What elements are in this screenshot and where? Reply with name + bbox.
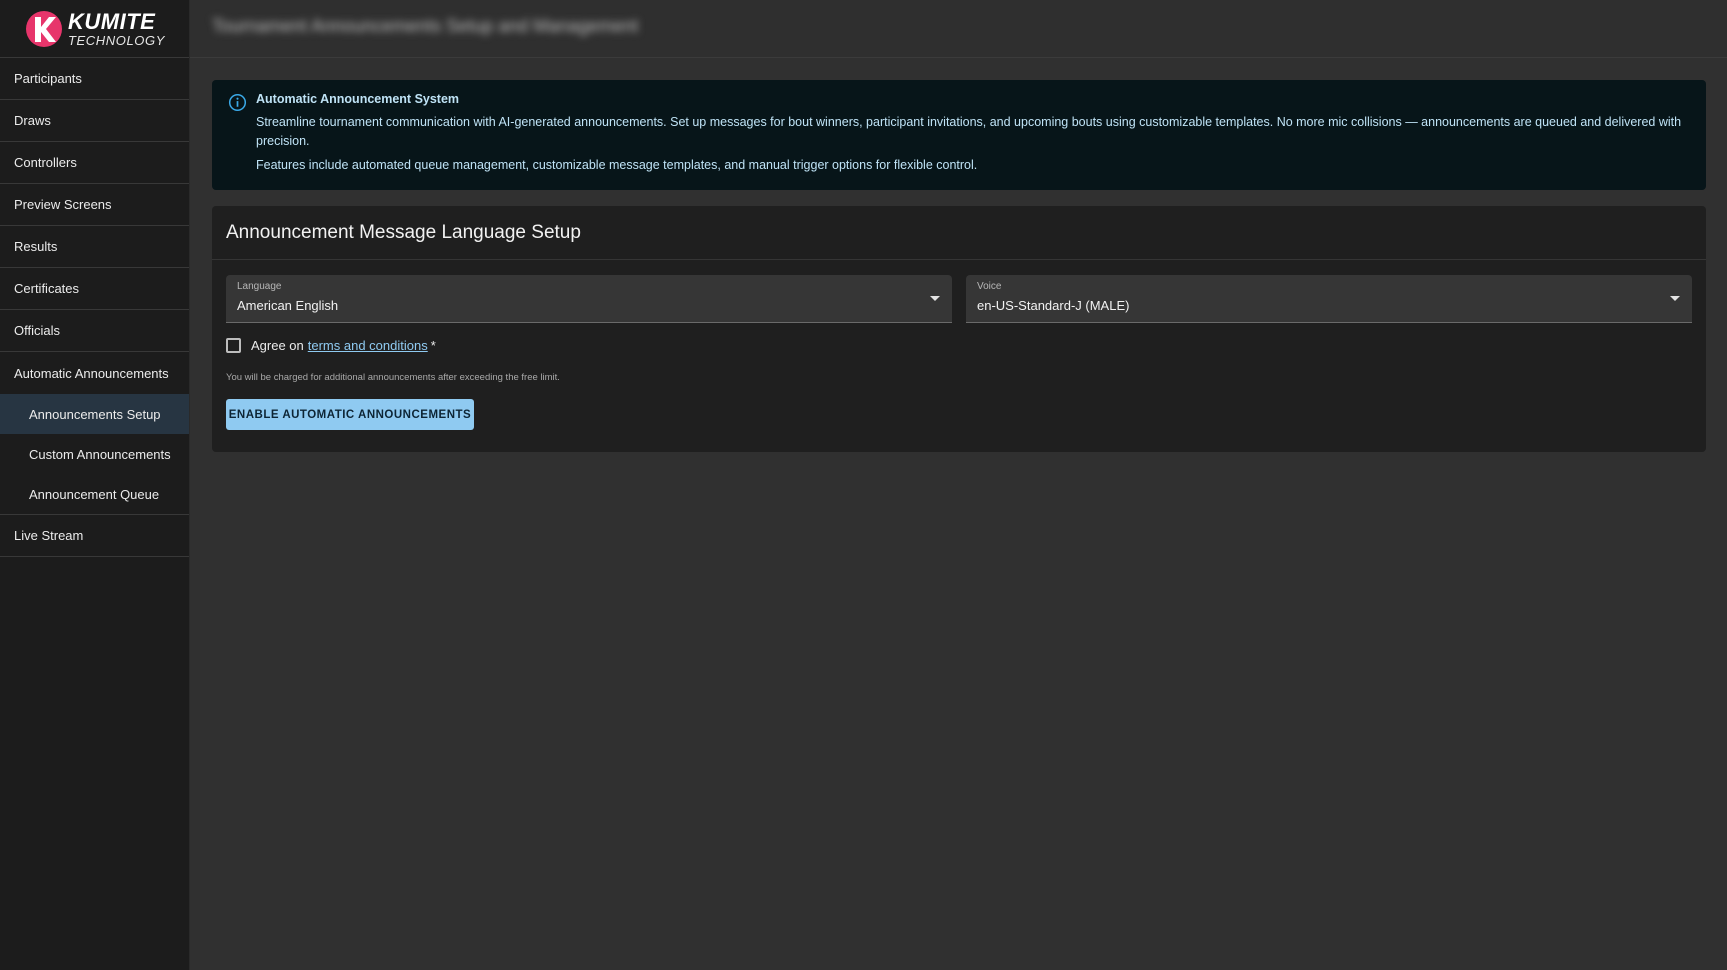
sidebar: KUMITE TECHNOLOGY Participants Draws Con… [0,0,190,970]
voice-select[interactable]: Voice en-US-Standard-J (MALE) [966,275,1692,323]
sidebar-item-live-stream[interactable]: Live Stream [0,515,189,557]
card-divider [212,259,1706,260]
sidebar-item-certificates[interactable]: Certificates [0,268,189,310]
sidebar-item-participants[interactable]: Participants [0,58,189,100]
sidebar-item-automatic-announcements[interactable]: Automatic Announcements [0,352,189,394]
info-alert: Automatic Announcement System Streamline… [212,80,1706,190]
language-select-value: American English [237,298,339,313]
required-marker: * [430,338,436,353]
alert-features: Features include automated queue managem… [256,158,978,172]
card-title: Announcement Message Language Setup [226,222,581,243]
brand-title: KUMITE [67,8,156,34]
chevron-down-icon [1670,296,1680,301]
language-select-label: Language [237,281,282,292]
sidebar-item-officials[interactable]: Officials [0,310,189,352]
alert-title: Automatic Announcement System [256,92,460,106]
info-icon [228,93,247,112]
sidebar-subitem-announcement-queue[interactable]: Announcement Queue [0,474,189,514]
top-bar: Tournament Announcements Setup and Manag… [190,0,1727,58]
sidebar-group-automatic-announcements: Automatic Announcements Announcements Se… [0,352,189,515]
sidebar-item-draws[interactable]: Draws [0,100,189,142]
kumite-logo-icon [25,10,62,47]
terms-agreement-row: Agree on terms and conditions * [226,338,436,353]
sidebar-subitem-custom-announcements[interactable]: Custom Announcements [0,434,189,474]
page-title: Tournament Announcements Setup and Manag… [212,16,639,36]
brand-subtitle: TECHNOLOGY [67,32,165,48]
sidebar-item-controllers[interactable]: Controllers [0,142,189,184]
terms-link[interactable]: terms and conditions [308,338,428,353]
chevron-down-icon [930,296,940,301]
language-select[interactable]: Language American English [226,275,952,323]
terms-checkbox[interactable] [226,338,241,353]
alert-description: Streamline tournament communication with… [256,115,1682,148]
agree-label: Agree on [251,338,304,353]
charge-hint: You will be charged for additional annou… [226,372,560,383]
sidebar-item-preview-screens[interactable]: Preview Screens [0,184,189,226]
brand-logo[interactable]: KUMITE TECHNOLOGY [0,0,189,58]
language-setup-card: Announcement Message Language Setup Lang… [212,206,1706,452]
sidebar-item-results[interactable]: Results [0,226,189,268]
voice-select-label: Voice [977,281,1002,292]
enable-announcements-button[interactable]: ENABLE AUTOMATIC ANNOUNCEMENTS [226,399,474,430]
voice-select-value: en-US-Standard-J (MALE) [977,298,1130,313]
sidebar-subitem-announcements-setup[interactable]: Announcements Setup [0,394,189,434]
